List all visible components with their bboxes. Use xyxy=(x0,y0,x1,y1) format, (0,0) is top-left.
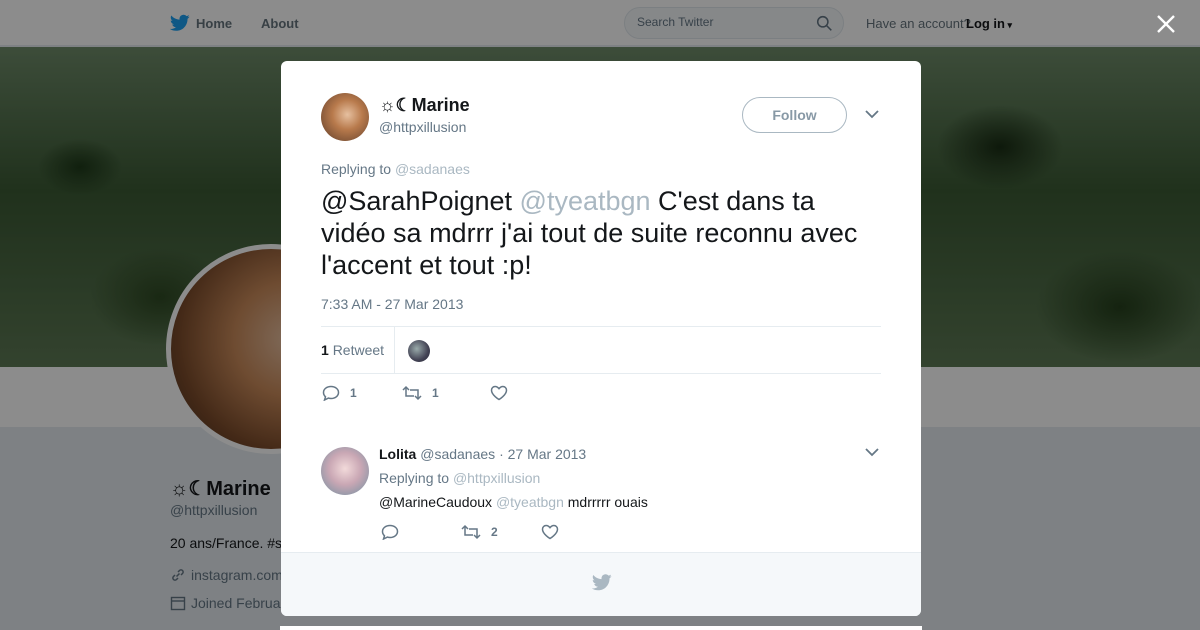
reply-replying-prefix: Replying to xyxy=(379,470,450,486)
author-handle[interactable]: @httpxillusion xyxy=(379,119,466,135)
reply-retweet-button[interactable]: 2 xyxy=(461,524,541,540)
reply-author-avatar[interactable] xyxy=(321,447,369,495)
retweet-icon xyxy=(402,385,422,401)
reply-retweet-count: 2 xyxy=(491,525,498,539)
stats-divider xyxy=(394,327,395,374)
reply-text: @MarineCaudoux @tyeatbgn mdrrrrr ouais xyxy=(379,494,648,510)
reply-mention-marine[interactable]: @MarineCaudoux xyxy=(379,494,492,510)
reply-icon xyxy=(322,385,340,401)
reply-date[interactable]: · 27 Mar 2013 xyxy=(499,446,586,462)
retweet-stat-count: 1 xyxy=(321,342,329,358)
retweet-stat[interactable]: 1 Retweet xyxy=(321,342,384,358)
reply-replying-mention[interactable]: @httpxillusion xyxy=(453,470,540,486)
reply-like-button[interactable] xyxy=(541,524,559,540)
tweet-text: @SarahPoignet @tyeatbgn C'est dans ta vi… xyxy=(321,185,881,281)
twitter-bird-icon xyxy=(592,574,612,591)
next-panel-edge xyxy=(280,626,922,630)
like-button[interactable] xyxy=(490,385,508,401)
reply-icon xyxy=(381,524,399,540)
reply-author-handle[interactable]: @sadanaes xyxy=(420,446,495,462)
tweet-actions: 1 1 xyxy=(322,385,508,401)
reply-count: 1 xyxy=(350,386,357,400)
reply-reply-button[interactable] xyxy=(381,524,461,540)
heart-icon xyxy=(490,385,508,401)
chevron-down-icon[interactable] xyxy=(865,109,879,119)
reply-button[interactable]: 1 xyxy=(322,385,402,401)
retweet-count: 1 xyxy=(432,386,439,400)
chevron-down-icon[interactable] xyxy=(865,447,879,457)
replying-mention[interactable]: @sadanaes xyxy=(395,161,470,177)
tweet-modal: ☼☾Marine @httpxillusion Follow Replying … xyxy=(281,61,921,616)
modal-footer xyxy=(281,552,921,616)
tweet-mention-tyeatbgn[interactable]: @tyeatbgn xyxy=(520,186,651,216)
reply-body: mdrrrrr ouais xyxy=(563,494,648,510)
retweet-icon xyxy=(461,524,481,540)
reply-header: Lolita @sadanaes · 27 Mar 2013 xyxy=(379,446,586,462)
heart-icon xyxy=(541,524,559,540)
reply-actions: 2 xyxy=(381,524,559,540)
retweet-button[interactable]: 1 xyxy=(402,385,490,401)
tweet-mention-sarah[interactable]: @SarahPoignet xyxy=(321,186,512,216)
tweet-timestamp[interactable]: 7:33 AM - 27 Mar 2013 xyxy=(321,296,463,312)
retweet-stat-label: Retweet xyxy=(332,342,385,358)
author-avatar[interactable] xyxy=(321,93,369,141)
replying-prefix: Replying to xyxy=(321,161,392,177)
reply-author-name[interactable]: Lolita xyxy=(379,446,416,462)
reply-mention-tyeatbgn[interactable]: @tyeatbgn xyxy=(496,494,564,510)
author-name[interactable]: ☼☾Marine xyxy=(379,95,470,116)
tweet-stats: 1 Retweet xyxy=(321,326,881,374)
replying-to: Replying to @sadanaes xyxy=(321,161,470,177)
follow-button[interactable]: Follow xyxy=(742,97,847,133)
reply-replying-to: Replying to @httpxillusion xyxy=(379,470,540,486)
close-icon[interactable] xyxy=(1154,12,1178,36)
retweeter-avatar[interactable] xyxy=(408,340,430,362)
